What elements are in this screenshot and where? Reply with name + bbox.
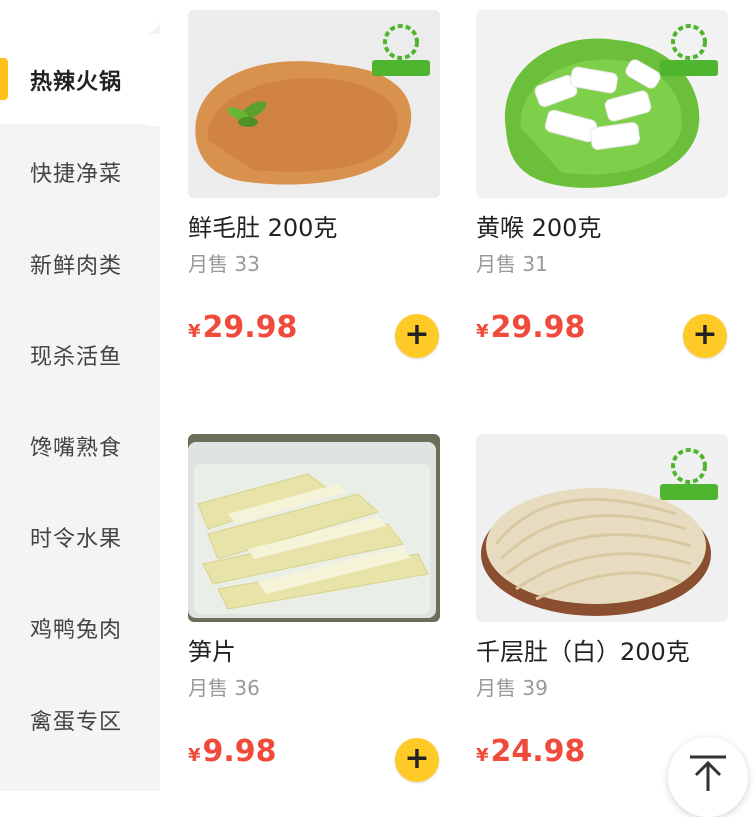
- product-name: 鲜毛肚 200克: [188, 214, 338, 242]
- sidebar-item-fruit[interactable]: 时令水果: [0, 491, 160, 583]
- sidebar-item-live-fish[interactable]: 现杀活鱼: [0, 309, 160, 401]
- sidebar-item-label: 禽蛋专区: [30, 710, 123, 735]
- sidebar-item-fresh-meat[interactable]: 新鲜肉类: [0, 218, 160, 310]
- product-name: 笋片: [188, 638, 236, 666]
- product-price: ¥9.98: [188, 734, 277, 769]
- add-to-cart-button[interactable]: +: [395, 738, 439, 782]
- back-to-top-button[interactable]: [668, 737, 748, 817]
- brand-logo: [660, 448, 718, 500]
- product-name: 千层肚（白）200克: [476, 638, 690, 666]
- product-sales: 月售 39: [476, 676, 548, 700]
- product-name: 黄喉 200克: [476, 214, 602, 242]
- add-to-cart-button[interactable]: +: [395, 314, 439, 358]
- product-image[interactable]: [188, 10, 440, 198]
- sidebar-item-deli[interactable]: 馋嘴熟食: [0, 400, 160, 492]
- sidebar-item-label: 时令水果: [30, 527, 123, 552]
- sidebar-item-label: 新鲜肉类: [30, 254, 123, 279]
- sidebar-item-poultry[interactable]: 鸡鸭兔肉: [0, 582, 160, 674]
- product-sales: 月售 33: [188, 252, 260, 276]
- product-price: ¥24.98: [476, 734, 586, 769]
- arrow-up-icon: [690, 755, 726, 791]
- sidebar-item-eggs[interactable]: 禽蛋专区: [0, 674, 160, 766]
- product-price: ¥29.98: [188, 310, 298, 345]
- sidebar-item-label: 现杀活鱼: [30, 345, 123, 370]
- sidebar-top-cap: [0, 0, 160, 34]
- brand-logo: [660, 24, 718, 76]
- brand-logo: [372, 24, 430, 76]
- sidebar-item-label: 热辣火锅: [30, 70, 123, 95]
- active-indicator: [0, 58, 8, 100]
- add-to-cart-button[interactable]: +: [683, 314, 727, 358]
- product-image[interactable]: [476, 10, 728, 198]
- product-image[interactable]: [188, 434, 440, 622]
- product-price: ¥29.98: [476, 310, 586, 345]
- sidebar-item-label: 快捷净菜: [30, 162, 123, 187]
- product-sales: 月售 36: [188, 676, 260, 700]
- product-sales: 月售 31: [476, 252, 548, 276]
- product-image[interactable]: [476, 434, 728, 622]
- sidebar-item-label: 鸡鸭兔肉: [30, 618, 123, 643]
- bamboo-shoot-photo: [188, 434, 440, 622]
- category-sidebar: 热辣火锅 快捷净菜 新鲜肉类 现杀活鱼 馋嘴熟食 时令水果 鸡鸭兔肉 禽蛋专区: [0, 0, 160, 791]
- sidebar-item-hotpot[interactable]: 热辣火锅: [0, 34, 160, 126]
- sidebar-item-quick-veg[interactable]: 快捷净菜: [0, 126, 160, 218]
- sidebar-item-label: 馋嘴熟食: [30, 436, 123, 461]
